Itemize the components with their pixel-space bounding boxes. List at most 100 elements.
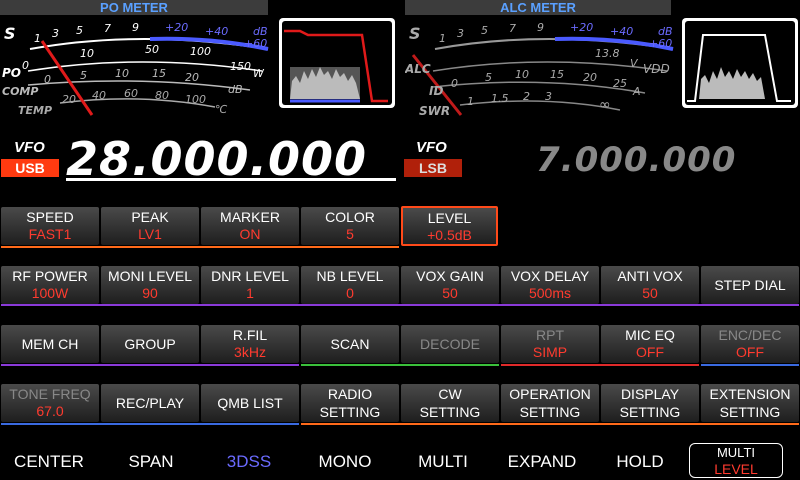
radio-setting-button[interactable]: RADIO SETTING [301, 384, 399, 422]
po-s-tick-3: 3 [52, 27, 59, 40]
enc-dec-title: ENC/DEC [718, 327, 782, 343]
marker-button[interactable]: MARKER ON [201, 207, 299, 245]
vfo-main-frequency[interactable]: 28.000.000 [66, 134, 367, 184]
vox-delay-title: VOX DELAY [510, 268, 590, 284]
id-tick-0: 0 [451, 77, 458, 90]
comp-tick-db: dB [228, 83, 243, 96]
po-tick-0: 0 [22, 59, 29, 72]
vox-gain-value: 50 [442, 285, 458, 301]
enc-dec-value: OFF [736, 344, 764, 360]
mem-ch-title: MEM CH [21, 336, 79, 352]
span-key[interactable]: SPAN [102, 444, 200, 480]
color-button[interactable]: COLOR 5 [301, 207, 399, 245]
rec-play-button[interactable]: REC/PLAY [101, 384, 199, 422]
multi-key[interactable]: MULTI [394, 444, 492, 480]
po-s-tick-20: +20 [165, 21, 188, 34]
po-s-tick-40: +40 [205, 25, 228, 38]
po-tick-w: W [253, 67, 265, 80]
operation-setting-title2: SETTING [519, 404, 581, 420]
alc-scope-trace [687, 34, 791, 102]
alc-s-tick-9: 9 [537, 21, 544, 34]
extension-setting-title: EXTENSION [709, 386, 791, 402]
swr-tick-inf: ∞ [599, 97, 611, 113]
dnr-level-button[interactable]: DNR LEVEL 1 [201, 266, 299, 304]
po-scope-trace [284, 29, 388, 103]
expand-key[interactable]: EXPAND [493, 444, 591, 480]
nb-level-title: NB LEVEL [316, 268, 384, 284]
nb-level-button[interactable]: NB LEVEL 0 [301, 266, 399, 304]
po-s-tick-60: +60 [244, 37, 267, 50]
alc-meter-dial: S 1 3 5 7 9 +20 +40 +60 dB ALC 13.8 V VD… [405, 21, 674, 118]
color-value: 5 [346, 226, 354, 242]
po-label: PO [2, 66, 21, 80]
qmb-list-button[interactable]: QMB LIST [201, 384, 299, 422]
level-title: LEVEL [427, 210, 472, 226]
enc-dec-button[interactable]: ENC/DEC OFF [701, 325, 799, 363]
peak-value: LV1 [138, 226, 162, 242]
speed-button[interactable]: SPEED FAST1 [1, 207, 99, 245]
moni-level-button[interactable]: MONI LEVEL 90 [101, 266, 199, 304]
comp-tick-20: 20 [185, 71, 199, 84]
decode-button[interactable]: DECODE [401, 325, 499, 363]
r-fil-title: R.FIL [232, 327, 268, 343]
id-tick-a: A [632, 85, 641, 98]
anti-vox-button[interactable]: ANTI VOX 50 [601, 266, 699, 304]
row1-underline [1, 246, 399, 248]
cw-setting-button[interactable]: CW SETTING [401, 384, 499, 422]
swr-tick-2: 2 [523, 90, 530, 103]
mem-ch-button[interactable]: MEM CH [1, 325, 99, 363]
level-value: +0.5dB [427, 227, 472, 243]
rpt-button[interactable]: RPT SIMP [501, 325, 599, 363]
peak-button[interactable]: PEAK LV1 [101, 207, 199, 245]
row3-underline-green [301, 364, 499, 366]
alc-scope-thumbnail[interactable] [682, 18, 798, 108]
id-tick-5: 5 [485, 71, 492, 84]
scan-button[interactable]: SCAN [301, 325, 399, 363]
mic-eq-button[interactable]: MIC EQ OFF [601, 325, 699, 363]
step-dial-title: STEP DIAL [714, 277, 786, 293]
vfo-sub-mode-badge[interactable]: LSB [404, 159, 462, 177]
extension-setting-button[interactable]: EXTENSION SETTING [701, 384, 799, 422]
alc-s-tick-40: +40 [610, 25, 633, 38]
vox-delay-button[interactable]: VOX DELAY 500ms [501, 266, 599, 304]
id-tick-10: 10 [515, 68, 529, 81]
vfo-main-tag: VFO [14, 139, 45, 156]
vfo-main-mode-badge[interactable]: USB [1, 159, 59, 177]
radio-setting-title: RADIO [327, 386, 373, 402]
vfo-sub-frequency[interactable]: 7.000.000 [536, 140, 736, 180]
row4-underline-blue [1, 423, 299, 425]
r-fil-value: 3kHz [234, 344, 266, 360]
speed-title: SPEED [26, 209, 74, 225]
temp-tick-60: 60 [124, 87, 138, 100]
display-setting-button[interactable]: DISPLAY SETTING [601, 384, 699, 422]
alc-s-label: S [409, 24, 421, 43]
center-key[interactable]: CENTER [0, 444, 98, 480]
vox-gain-button[interactable]: VOX GAIN 50 [401, 266, 499, 304]
multi-level-bottom: LEVEL [714, 461, 758, 477]
r-fil-button[interactable]: R.FIL 3kHz [201, 325, 299, 363]
temp-tick-c: ℃ [215, 103, 228, 116]
mono-key[interactable]: MONO [296, 444, 394, 480]
temp-tick-20: 20 [62, 93, 76, 106]
level-button[interactable]: LEVEL +0.5dB [401, 206, 498, 246]
speed-value: FAST1 [28, 226, 72, 242]
hold-key[interactable]: HOLD [591, 444, 689, 480]
tone-freq-button[interactable]: TONE FREQ 67.0 [1, 384, 99, 422]
vdd-tick-v: V [630, 57, 639, 70]
alc-s-tick-60: +60 [649, 37, 672, 50]
group-button[interactable]: GROUP [101, 325, 199, 363]
decode-title: DECODE [420, 336, 480, 352]
multi-level-key[interactable]: MULTI LEVEL [689, 443, 783, 478]
color-title: COLOR [325, 209, 375, 225]
vfo-main-underline [66, 178, 396, 181]
3dss-key[interactable]: 3DSS [200, 444, 298, 480]
dnr-level-title: DNR LEVEL [211, 268, 289, 284]
po-scope-thumbnail[interactable] [279, 18, 395, 108]
tone-freq-value: 67.0 [36, 403, 64, 419]
peak-title: PEAK [131, 209, 169, 225]
step-dial-button[interactable]: STEP DIAL [701, 266, 799, 304]
display-setting-title: DISPLAY [620, 386, 680, 402]
rf-power-button[interactable]: RF POWER 100W [1, 266, 99, 304]
operation-setting-button[interactable]: OPERATION SETTING [501, 384, 599, 422]
scan-title: SCAN [330, 336, 370, 352]
